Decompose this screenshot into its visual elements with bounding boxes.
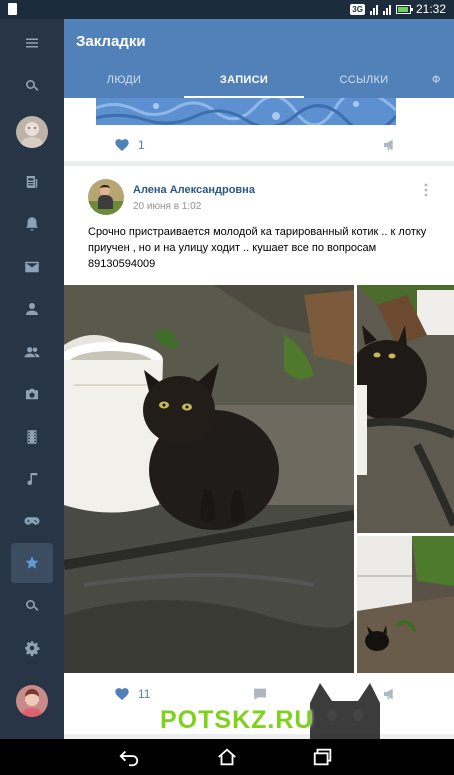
videos-icon[interactable] xyxy=(0,417,64,457)
like-count: 1 xyxy=(138,138,145,152)
system-nav-bar xyxy=(0,739,454,775)
groups-icon[interactable] xyxy=(0,332,64,372)
like-heart-icon[interactable] xyxy=(114,686,130,702)
settings-icon[interactable] xyxy=(0,628,64,668)
contact-avatar[interactable] xyxy=(16,685,48,717)
photos-icon[interactable] xyxy=(0,374,64,414)
search-icon-2[interactable] xyxy=(0,586,64,626)
post-image[interactable] xyxy=(96,98,396,125)
clock: 21:32 xyxy=(415,2,446,16)
tab-bar: ЛЮДИ ЗАПИСИ ССЫЛКИ Ф xyxy=(64,66,454,98)
search-icon[interactable] xyxy=(0,66,64,106)
tab-more[interactable]: Ф xyxy=(424,66,454,98)
menu-icon[interactable] xyxy=(0,23,64,63)
post-date: 20 июня в 1:02 xyxy=(133,201,202,212)
post-photo-grid xyxy=(64,285,454,673)
app-header: Закладки ЛЮДИ ЗАПИСИ ССЫЛКИ Ф xyxy=(64,19,454,98)
network-type: 3G xyxy=(350,3,365,15)
app-screen: 3G 21:32 Закладки ЛЮДИ ЗАПИСИ ССЫЛКИ Ф 1… xyxy=(0,0,454,775)
music-icon[interactable] xyxy=(0,459,64,499)
bookmarks-icon[interactable] xyxy=(11,543,53,583)
post-card: 1 xyxy=(64,98,454,161)
tab-people[interactable]: ЛЮДИ xyxy=(64,66,184,98)
home-icon[interactable] xyxy=(216,747,238,767)
tab-links[interactable]: ССЫЛКИ xyxy=(304,66,424,98)
notifications-icon[interactable] xyxy=(0,204,64,244)
post-actions: 1 xyxy=(64,129,454,161)
games-icon[interactable] xyxy=(0,501,64,541)
author-avatar[interactable] xyxy=(88,179,124,215)
news-icon[interactable] xyxy=(0,162,64,202)
like-heart-icon[interactable] xyxy=(114,137,130,153)
watermark-text: POTSKZ.RU xyxy=(160,706,314,734)
messages-icon[interactable] xyxy=(0,247,64,287)
post-photo-bottom-right[interactable] xyxy=(357,536,454,673)
post-photo-main[interactable] xyxy=(64,285,354,673)
post-card-main: Алена Александровна 20 июня в 1:02 Срочн… xyxy=(64,166,454,734)
left-nav-rail xyxy=(0,19,64,739)
like-count: 11 xyxy=(138,687,151,701)
file-notification-icon xyxy=(8,3,17,15)
comment-icon[interactable] xyxy=(252,686,268,702)
post-text: Срочно пристраивается молодой ка тариров… xyxy=(88,226,427,270)
status-bar: 3G 21:32 xyxy=(0,0,454,19)
tab-posts[interactable]: ЗАПИСИ xyxy=(184,66,304,98)
signal-icon-2 xyxy=(382,4,391,15)
bookmarks-feed[interactable]: 1 Алена Александровна 20 июня в 1:02 Сро… xyxy=(64,98,454,739)
page-title: Закладки xyxy=(76,33,146,50)
post-photo-top-right[interactable] xyxy=(357,285,454,533)
watermark-cat-logo xyxy=(310,683,380,739)
author-name[interactable]: Алена Александровна xyxy=(133,184,255,196)
back-icon[interactable] xyxy=(118,747,140,767)
signal-icon xyxy=(369,4,378,15)
share-megaphone-icon[interactable] xyxy=(382,137,398,153)
friends-icon[interactable] xyxy=(0,289,64,329)
recent-apps-icon[interactable] xyxy=(312,747,334,767)
profile-avatar[interactable] xyxy=(16,116,48,148)
more-options-icon[interactable] xyxy=(424,183,428,197)
battery-icon xyxy=(395,4,413,14)
